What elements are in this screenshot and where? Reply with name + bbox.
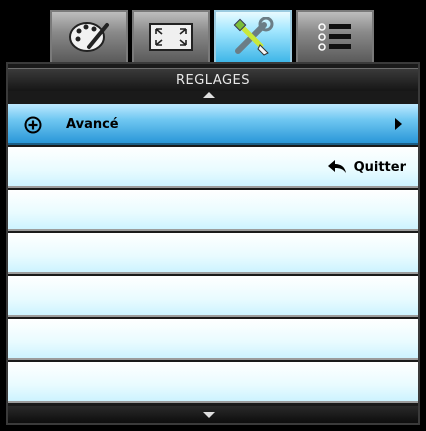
plus-circle-icon	[24, 116, 42, 134]
screen-expand-icon	[149, 23, 193, 51]
menu-item-avance[interactable]: Avancé	[8, 104, 418, 145]
scroll-up-arrow-icon[interactable]	[203, 92, 215, 98]
tab-image-settings[interactable]	[50, 10, 128, 62]
submenu-arrow-icon	[395, 118, 402, 130]
menu-list: Avancé Quitter	[8, 104, 418, 406]
back-arrow-icon	[328, 160, 346, 173]
menu-item-empty	[8, 233, 418, 274]
menu-item-quitter[interactable]: Quitter	[8, 147, 418, 188]
menu-item-label: Avancé	[66, 117, 119, 132]
menu-title: REGLAGES	[8, 68, 418, 91]
palette-icon	[69, 22, 109, 52]
tab-options[interactable]	[296, 10, 374, 62]
tab-bar	[0, 0, 426, 62]
list-icon	[318, 23, 351, 51]
menu-item-empty	[8, 362, 418, 403]
menu-item-empty	[8, 276, 418, 317]
menu-item-empty	[8, 190, 418, 231]
scroll-down-arrow-icon[interactable]	[203, 412, 215, 418]
tab-settings[interactable]	[214, 10, 292, 62]
tab-display[interactable]	[132, 10, 210, 62]
tools-icon	[233, 17, 274, 56]
quit-label: Quitter	[353, 160, 406, 175]
menu-item-empty	[8, 319, 418, 360]
